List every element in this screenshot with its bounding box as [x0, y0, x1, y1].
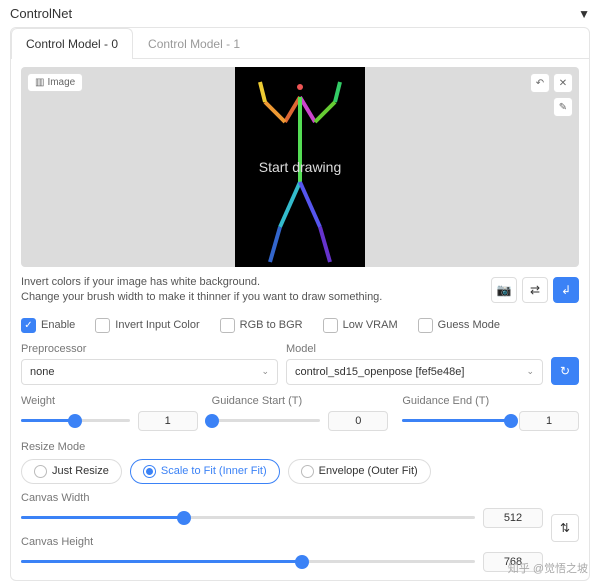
refresh-model-button[interactable]: ↻ [551, 357, 579, 385]
chevron-down-icon: ⌄ [261, 366, 269, 377]
watermark: 知乎 @觉悟之坡 [508, 560, 588, 576]
canvas-width-slider[interactable] [21, 516, 475, 519]
checkbox-low-vram[interactable]: Low VRAM [323, 318, 398, 333]
weight-slider[interactable] [21, 419, 130, 422]
hint-text: Invert colors if your image has white ba… [21, 275, 382, 306]
canvas-width-label: Canvas Width [21, 492, 543, 504]
tab-control-model-1[interactable]: Control Model - 1 [133, 28, 255, 59]
radio-circle[interactable] [34, 465, 47, 478]
gend-value[interactable]: 1 [519, 411, 579, 431]
canvas-overlay-text: Start drawing [259, 159, 341, 175]
gstart-slider[interactable] [212, 419, 321, 422]
checkbox-box[interactable] [323, 318, 338, 333]
chevron-down-icon: ⌄ [526, 366, 534, 377]
radio-circle[interactable] [301, 465, 314, 478]
undo-icon[interactable]: ↶ [530, 73, 550, 93]
image-icon: ▥ [35, 77, 44, 88]
checkbox-guess-mode[interactable]: Guess Mode [418, 318, 500, 333]
image-drop-area[interactable]: ▥ Image ↶ ✕ ✎ [21, 67, 579, 267]
tab-control-model-0[interactable]: Control Model - 0 [11, 28, 133, 59]
camera-icon[interactable]: 📷 [491, 277, 517, 303]
canvas-height-slider[interactable] [21, 560, 475, 563]
radio-scale-to-fit-inner-fit-[interactable]: Scale to Fit (Inner Fit) [130, 459, 280, 484]
gstart-label: Guidance Start (T) [212, 395, 389, 407]
gstart-value[interactable]: 0 [328, 411, 388, 431]
checkbox-enable[interactable]: ✓ Enable [21, 318, 75, 333]
weight-label: Weight [21, 395, 198, 407]
checkbox-box[interactable] [95, 318, 110, 333]
resize-mode-label: Resize Mode [21, 441, 579, 453]
swap-icon[interactable]: ⇄ [522, 277, 548, 303]
image-source-button[interactable]: ▥ Image [27, 73, 83, 92]
panel-header[interactable]: ControlNet ▼ [0, 0, 600, 27]
radio-just-resize[interactable]: Just Resize [21, 459, 122, 484]
pose-canvas: Start drawing [235, 67, 365, 267]
model-label: Model [286, 343, 543, 355]
canvas-height-label: Canvas Height [21, 536, 543, 548]
preprocessor-label: Preprocessor [21, 343, 278, 355]
collapse-icon: ▼ [578, 7, 590, 21]
gend-slider[interactable] [402, 419, 511, 422]
checkbox-box[interactable] [418, 318, 433, 333]
panel-body: Control Model - 0 Control Model - 1 ▥ Im… [10, 27, 590, 581]
radio-circle[interactable] [143, 465, 156, 478]
weight-value[interactable]: 1 [138, 411, 198, 431]
checkbox-rgb-to-bgr[interactable]: RGB to BGR [220, 318, 303, 333]
checkbox-invert-input-color[interactable]: Invert Input Color [95, 318, 199, 333]
edit-icon[interactable]: ✎ [553, 97, 573, 117]
preprocessor-select[interactable]: none⌄ [21, 359, 278, 385]
canvas-width-value[interactable]: 512 [483, 508, 543, 528]
checkbox-box[interactable] [220, 318, 235, 333]
model-select[interactable]: control_sd15_openpose [fef5e48e]⌄ [286, 359, 543, 385]
checkbox-box[interactable]: ✓ [21, 318, 36, 333]
panel-title: ControlNet [10, 6, 72, 21]
radio-envelope-outer-fit-[interactable]: Envelope (Outer Fit) [288, 459, 431, 484]
close-icon[interactable]: ✕ [553, 73, 573, 93]
gend-label: Guidance End (T) [402, 395, 579, 407]
send-icon[interactable]: ↲ [553, 277, 579, 303]
tabs: Control Model - 0 Control Model - 1 [11, 28, 589, 59]
swap-dimensions-button[interactable]: ⇅ [551, 514, 579, 542]
